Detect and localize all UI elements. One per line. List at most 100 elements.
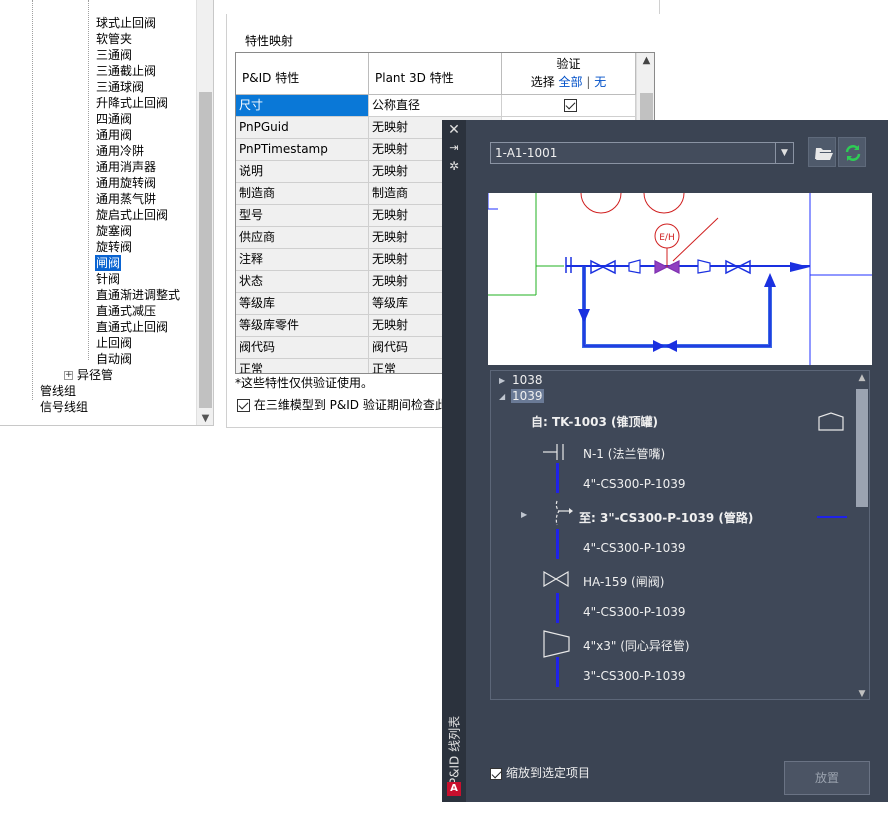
tree-item[interactable]: 通用消声器 (96, 159, 156, 175)
column-header-p3d[interactable]: Plant 3D 特性 (369, 53, 502, 95)
checkbox-icon[interactable] (490, 767, 502, 780)
pid-property-cell[interactable]: 制造商 (236, 183, 369, 205)
flange-nozzle-icon (543, 444, 564, 460)
expand-toggle-icon[interactable]: + (64, 371, 73, 380)
valve-item[interactable]: HA-159 (闸阀) (583, 573, 664, 590)
pid-property-cell[interactable]: PnPTimestamp (236, 139, 369, 161)
tree-item[interactable]: 直通式减压 (96, 303, 156, 319)
tree-item[interactable]: 直通渐进调整式 (96, 287, 180, 303)
pipe-item[interactable]: 4"-CS300-P-1039 (583, 477, 686, 491)
drawing-preview[interactable]: E/H (488, 193, 872, 365)
pipe-segment-icon (556, 529, 559, 559)
palette-title-strip[interactable]: ✕ ⇥ ✲ P&ID 线列表 A (442, 120, 466, 802)
scroll-up-icon[interactable]: ▲ (637, 55, 654, 66)
tree-item[interactable]: 通用阀 (96, 127, 132, 143)
expand-arrow-icon[interactable]: ▶ (499, 376, 505, 385)
reducer-item[interactable]: 4"x3" (同心异径管) (583, 637, 690, 654)
scroll-thumb[interactable] (856, 389, 868, 507)
verify-checkbox-icon[interactable] (563, 99, 577, 112)
pipe-segment-icon (556, 463, 559, 493)
pipe-item[interactable]: 4"-CS300-P-1039 (583, 541, 686, 555)
pid-property-cell[interactable]: 状态 (236, 271, 369, 293)
scroll-down-icon[interactable]: ▼ (197, 413, 213, 424)
tree-item[interactable]: 旋启式止回阀 (96, 207, 168, 223)
tree-item-root[interactable]: 信号线组 (40, 399, 88, 415)
pipe-item[interactable]: 3"-CS300-P-1039 (583, 669, 686, 683)
pid-property-cell[interactable]: 供应商 (236, 227, 369, 249)
tree-item[interactable]: 三通球阀 (96, 79, 144, 95)
line-node[interactable]: 1038 (512, 373, 543, 387)
checkbox-icon[interactable] (237, 399, 250, 412)
tree-panel: 球式止回阀 软管夹 三通阀 三通截止阀 三通球阀 升降式止回阀 四通阀 通用阀 … (0, 0, 214, 426)
select-none-link[interactable]: 无 (594, 75, 606, 89)
pipe-item[interactable]: 4"-CS300-P-1039 (583, 605, 686, 619)
tree-item[interactable]: 升降式止回阀 (96, 95, 168, 111)
close-icon[interactable]: ✕ (442, 122, 466, 138)
p3d-property-cell[interactable]: 公称直径 (369, 95, 502, 117)
tree-item[interactable]: 通用蒸气阱 (96, 191, 156, 207)
reducer-icon (543, 630, 570, 658)
autocad-logo-icon: A (447, 782, 461, 796)
tree-item[interactable]: 自动阀 (96, 351, 132, 367)
tree-item[interactable]: 旋塞阀 (96, 223, 132, 239)
tree-item[interactable]: 四通阀 (96, 111, 132, 127)
tree-item-group[interactable]: 异径管 (77, 367, 113, 383)
tree-item[interactable]: 三通阀 (96, 47, 132, 63)
properties-icon[interactable]: ✲ (442, 159, 466, 173)
to-item[interactable]: 至: 3"-CS300-P-1039 (管路) (579, 509, 753, 526)
tree-item[interactable]: 通用旋转阀 (96, 175, 156, 191)
column-header-verify: 验证 选择 全部 | 无 (502, 53, 636, 95)
zoom-to-selected-option[interactable]: 缩放到选定项目 (490, 764, 590, 781)
select-all-link[interactable]: 全部 (559, 75, 583, 89)
place-button[interactable]: 放置 (784, 761, 870, 795)
verify-check-option[interactable]: 在三维模型到 P&ID 验证期间检查此 (237, 396, 447, 413)
tree-item[interactable]: 球式止回阀 (96, 15, 156, 31)
tree-item[interactable]: 旋转阀 (96, 239, 132, 255)
chevron-down-icon[interactable]: ▼ (775, 143, 793, 163)
connection-icon (555, 500, 573, 526)
pid-property-cell[interactable]: 等级库 (236, 293, 369, 315)
tree-item[interactable]: 软管夹 (96, 31, 132, 47)
drawing-select-value: 1-A1-1001 (495, 146, 558, 160)
mapping-row[interactable]: 尺寸 公称直径 (236, 95, 636, 117)
pid-property-cell[interactable]: 说明 (236, 161, 369, 183)
pid-property-cell[interactable]: 正常 (236, 359, 369, 373)
tree-item[interactable]: 止回阀 (96, 335, 132, 351)
section-title: 特性映射 (245, 34, 294, 48)
tree-item[interactable]: 通用冷阱 (96, 143, 144, 159)
tree-item[interactable]: 直通式止回阀 (96, 319, 168, 335)
collapse-arrow-icon[interactable]: ◢ (499, 392, 505, 401)
open-folder-button[interactable] (808, 137, 836, 167)
tree-item[interactable]: 针阀 (96, 271, 120, 287)
refresh-button[interactable] (838, 137, 866, 167)
tree-guide-line (88, 0, 89, 360)
line-node-selected[interactable]: 1039 (511, 389, 544, 403)
pid-property-cell[interactable]: PnPGuid (236, 117, 369, 139)
tree-scrollbar[interactable]: ▼ (196, 0, 213, 425)
pid-property-cell[interactable]: 注释 (236, 249, 369, 271)
auto-hide-icon[interactable]: ⇥ (442, 141, 466, 154)
drawing-select[interactable]: 1-A1-1001 ▼ (490, 142, 794, 164)
list-scrollbar[interactable]: ▲ ▼ (854, 371, 869, 699)
scroll-down-icon[interactable]: ▼ (854, 689, 869, 699)
gate-valve-icon (543, 571, 569, 587)
pid-property-cell[interactable]: 阀代码 (236, 337, 369, 359)
tree-item-root[interactable]: 管线组 (40, 383, 76, 399)
tree-item[interactable]: 三通截止阀 (96, 63, 156, 79)
tree-item-selected[interactable]: 闸阀 (95, 255, 122, 271)
nozzle-item[interactable]: N-1 (法兰管嘴) (583, 445, 665, 462)
verify-check-label: 在三维模型到 P&ID 验证期间检查此 (253, 398, 447, 412)
separator: | (586, 75, 591, 89)
scroll-thumb[interactable] (199, 92, 212, 408)
from-item[interactable]: 自: TK-1003 (锥顶罐) (531, 413, 658, 430)
instrument-tag-label: E/H (659, 233, 675, 243)
scroll-up-icon[interactable]: ▲ (854, 373, 869, 383)
pid-property-cell[interactable]: 型号 (236, 205, 369, 227)
line-item-list[interactable]: ▶ 1038 ◢ 1039 自: TK-1003 (锥顶罐) N-1 (法兰管嘴… (490, 370, 870, 700)
pid-property-cell[interactable]: 尺寸 (236, 95, 369, 117)
column-header-pid[interactable]: P&ID 特性 (236, 53, 369, 95)
pid-property-cell[interactable]: 等级库零件 (236, 315, 369, 337)
expand-arrow-icon[interactable]: ▶ (521, 510, 527, 519)
verify-cell[interactable] (502, 95, 636, 117)
pid-preview-graphic: E/H (488, 193, 872, 365)
